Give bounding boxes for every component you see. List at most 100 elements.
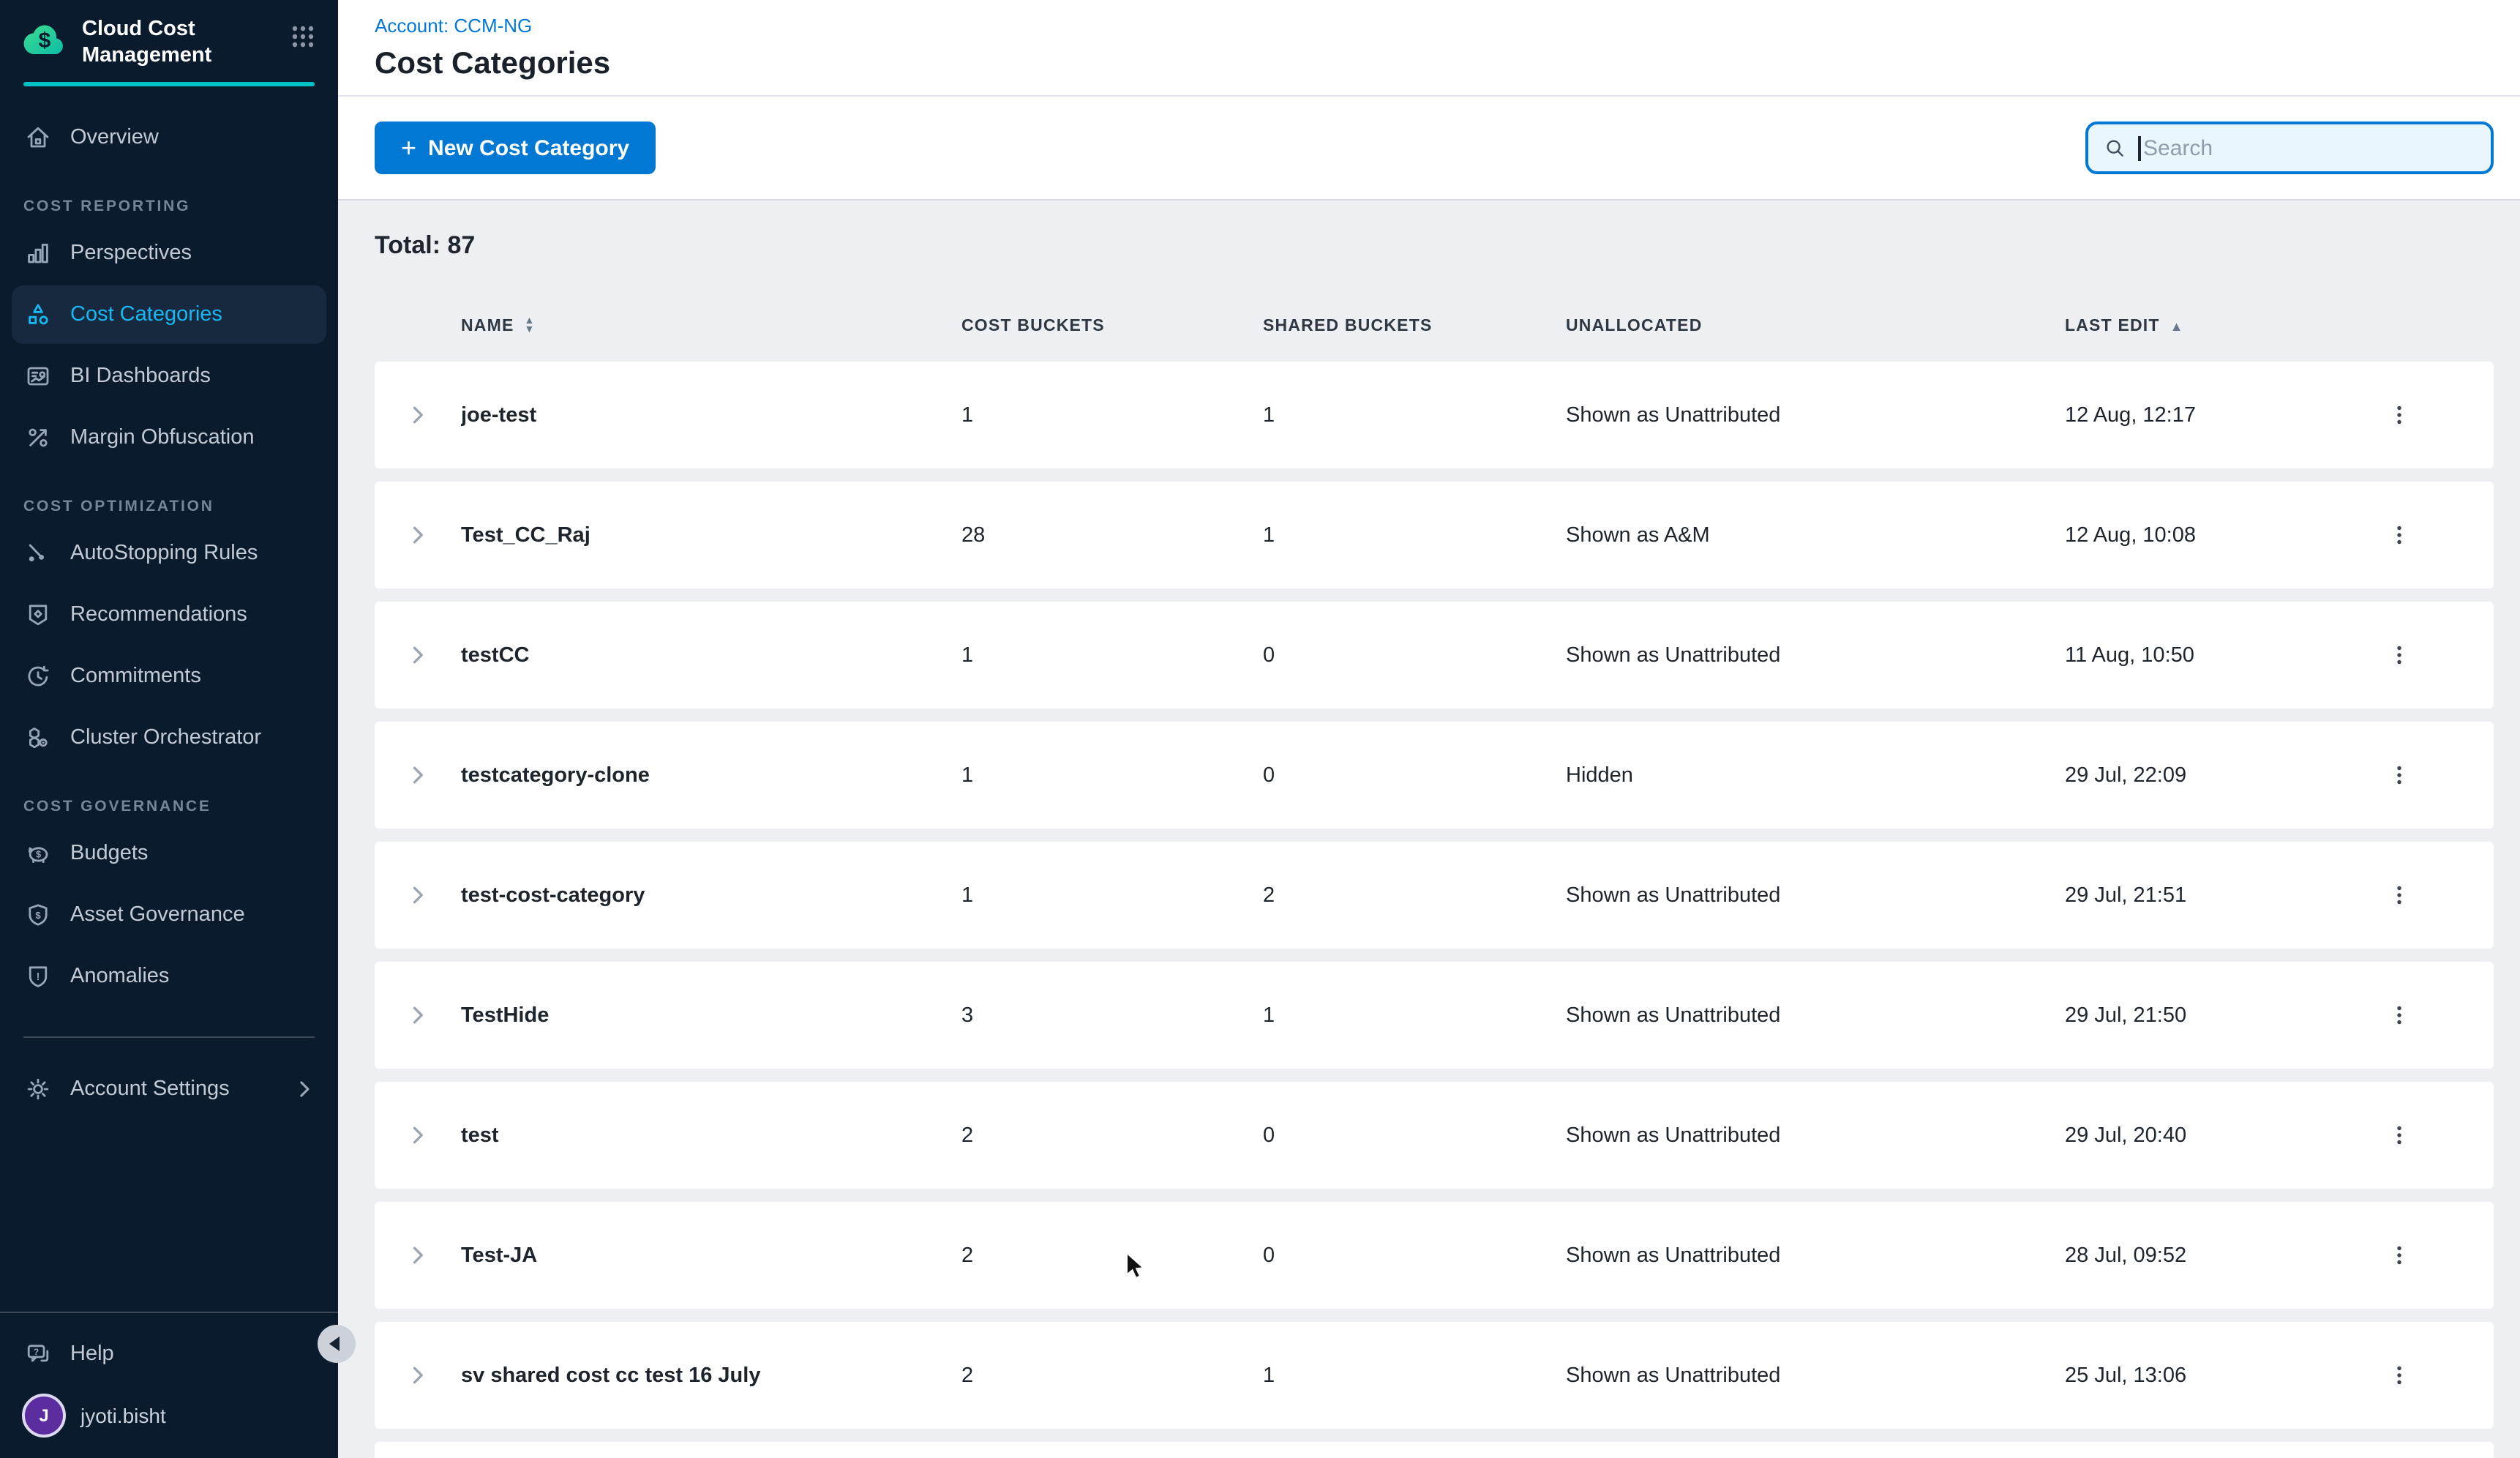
table-row[interactable]: Test-JA 2 0 Shown as Unattributed 28 Jul… bbox=[375, 1202, 2494, 1309]
new-cost-category-label: New Cost Category bbox=[428, 135, 629, 160]
app-root: $ Cloud Cost Management OverviewCOST REP… bbox=[0, 0, 2520, 1458]
sidebar-item-asset-governance[interactable]: $Asset Governance bbox=[12, 886, 326, 944]
kebab-menu-icon[interactable] bbox=[2386, 1123, 2411, 1148]
sidebar-item-autostopping-rules[interactable]: AutoStopping Rules bbox=[12, 524, 326, 583]
row-shared-buckets: 1 bbox=[1263, 523, 1566, 547]
expand-chevron-icon[interactable] bbox=[407, 1004, 429, 1026]
row-name: joe-test bbox=[461, 403, 961, 427]
row-shared-buckets: 0 bbox=[1263, 1124, 1566, 1147]
module-grid-icon[interactable] bbox=[288, 22, 318, 51]
kebab-menu-icon[interactable] bbox=[2386, 523, 2411, 547]
row-name: TestHide bbox=[461, 1003, 961, 1027]
search-box[interactable] bbox=[2085, 122, 2494, 174]
expand-chevron-icon[interactable] bbox=[407, 1364, 429, 1386]
row-unallocated: Shown as Unattributed bbox=[1566, 1003, 2065, 1027]
kebab-menu-icon[interactable] bbox=[2386, 643, 2411, 668]
sidebar-collapse-handle[interactable] bbox=[318, 1325, 356, 1363]
sidebar-item-cost-categories[interactable]: Cost Categories bbox=[12, 285, 326, 344]
table-area: Total: 87 NAME ▲▼ COST BUCKETS SHARED BU… bbox=[338, 201, 2520, 1458]
column-header-last-edit[interactable]: LAST EDIT ▲ bbox=[2065, 318, 2303, 335]
sidebar-item-help[interactable]: ? Help bbox=[12, 1325, 326, 1383]
table-row[interactable]: test 2 0 Shown as Unattributed 29 Jul, 2… bbox=[375, 1082, 2494, 1189]
plus-icon: + bbox=[401, 135, 416, 161]
row-shared-buckets: 1 bbox=[1263, 1364, 1566, 1387]
row-cost-buckets: 2 bbox=[961, 1364, 1263, 1387]
sidebar-item-margin-obfuscation[interactable]: Margin Obfuscation bbox=[12, 408, 326, 467]
table-row[interactable]: TestHide 3 1 Shown as Unattributed 29 Ju… bbox=[375, 962, 2494, 1069]
expand-chevron-icon[interactable] bbox=[407, 524, 429, 546]
row-name: test-cost-category bbox=[461, 883, 961, 907]
sidebar-item-bi-dashboards[interactable]: BI Dashboards bbox=[12, 347, 326, 405]
sidebar-item-overview[interactable]: Overview bbox=[12, 108, 326, 167]
sidebar-item-perspectives[interactable]: Perspectives bbox=[12, 224, 326, 283]
breadcrumb[interactable]: Account: CCM-NG bbox=[375, 15, 532, 37]
avatar[interactable]: J bbox=[22, 1394, 66, 1438]
percent-icon bbox=[23, 423, 53, 452]
table-row[interactable]: testCC 1 0 Shown as Unattributed 11 Aug,… bbox=[375, 602, 2494, 709]
sidebar-item-anomalies[interactable]: !Anomalies bbox=[12, 947, 326, 1006]
sidebar-item-label: Margin Obfuscation bbox=[70, 426, 254, 449]
user-row[interactable]: J jyoti.bisht bbox=[0, 1385, 338, 1458]
sidebar-item-label: Cost Categories bbox=[70, 303, 222, 326]
sidebar-item-label: Overview bbox=[70, 126, 159, 149]
row-name: Test-JA bbox=[461, 1244, 961, 1267]
kebab-menu-icon[interactable] bbox=[2386, 403, 2411, 427]
sidebar-item-budgets[interactable]: $ Budgets bbox=[12, 824, 326, 883]
kebab-menu-icon[interactable] bbox=[2386, 1003, 2411, 1028]
user-name: jyoti.bisht bbox=[80, 1404, 166, 1427]
column-header-cost-buckets: COST BUCKETS bbox=[961, 318, 1263, 335]
sidebar-item-label: Budgets bbox=[70, 842, 148, 865]
row-last-edit: 29 Jul, 21:51 bbox=[2065, 883, 2303, 907]
expand-chevron-icon[interactable] bbox=[407, 764, 429, 786]
sidebar-item-cluster-orchestrator[interactable]: Cluster Orchestrator bbox=[12, 709, 326, 767]
row-cost-buckets: 3 bbox=[961, 1003, 1263, 1027]
table-body: joe-test 1 1 Shown as Unattributed 12 Au… bbox=[375, 362, 2494, 1458]
expand-chevron-icon[interactable] bbox=[407, 644, 429, 666]
sidebar-item-label: Asset Governance bbox=[70, 903, 245, 927]
new-cost-category-button[interactable]: + New Cost Category bbox=[375, 122, 656, 174]
cluster-icon bbox=[23, 723, 53, 752]
autostopping-icon bbox=[23, 539, 53, 568]
sidebar-item-label: BI Dashboards bbox=[70, 364, 211, 388]
row-shared-buckets: 0 bbox=[1263, 1244, 1566, 1267]
svg-text:$: $ bbox=[39, 29, 51, 53]
row-unallocated: Hidden bbox=[1566, 763, 2065, 787]
sidebar-item-label: Commitments bbox=[70, 665, 201, 688]
bi-dashboards-icon bbox=[23, 362, 53, 391]
row-shared-buckets: 1 bbox=[1263, 1003, 1566, 1027]
row-name: testcategory-clone bbox=[461, 763, 961, 787]
sidebar-item-commitments[interactable]: Commitments bbox=[12, 647, 326, 706]
expand-chevron-icon[interactable] bbox=[407, 404, 429, 426]
sidebar-item-recommendations[interactable]: Recommendations bbox=[12, 586, 326, 644]
table-row[interactable]: Test_CC_Raj 28 1 Shown as A&M 12 Aug, 10… bbox=[375, 482, 2494, 588]
table-row[interactable]: testcategory-clone 1 0 Hidden 29 Jul, 22… bbox=[375, 722, 2494, 829]
perspectives-icon bbox=[23, 239, 53, 268]
table-row[interactable]: sv shared cost cc test 16 July 2 1 Shown… bbox=[375, 1322, 2494, 1429]
row-name: testCC bbox=[461, 643, 961, 667]
toolbar: + New Cost Category bbox=[338, 97, 2520, 201]
kebab-menu-icon[interactable] bbox=[2386, 1363, 2411, 1388]
column-header-name[interactable]: NAME ▲▼ bbox=[461, 318, 961, 335]
column-header-shared-buckets: SHARED BUCKETS bbox=[1263, 318, 1566, 335]
row-name: test bbox=[461, 1124, 961, 1147]
expand-chevron-icon[interactable] bbox=[407, 884, 429, 906]
expand-chevron-icon[interactable] bbox=[407, 1244, 429, 1266]
svg-text:?: ? bbox=[34, 1347, 39, 1357]
search-input[interactable] bbox=[2140, 135, 2476, 160]
kebab-menu-icon[interactable] bbox=[2386, 1243, 2411, 1268]
table-row[interactable]: test-cost-category 1 2 Shown as Unattrib… bbox=[375, 842, 2494, 949]
row-last-edit: 29 Jul, 22:09 bbox=[2065, 763, 2303, 787]
chevron-right-icon bbox=[294, 1079, 315, 1099]
row-cost-buckets: 28 bbox=[961, 523, 1263, 547]
row-last-edit: 28 Jul, 09:52 bbox=[2065, 1244, 2303, 1267]
table-row[interactable]: joe-test 1 1 Shown as Unattributed 12 Au… bbox=[375, 362, 2494, 468]
expand-chevron-icon[interactable] bbox=[407, 1124, 429, 1146]
row-shared-buckets: 0 bbox=[1263, 643, 1566, 667]
sidebar-item-account-settings[interactable]: Account Settings bbox=[12, 1060, 326, 1118]
kebab-menu-icon[interactable] bbox=[2386, 763, 2411, 788]
row-last-edit: 11 Aug, 10:50 bbox=[2065, 643, 2303, 667]
piggy-bank-icon: $ bbox=[23, 839, 53, 868]
sidebar-section-label: COST OPTIMIZATION bbox=[23, 498, 315, 515]
kebab-menu-icon[interactable] bbox=[2386, 883, 2411, 908]
sidebar-footer-divider bbox=[0, 1312, 338, 1313]
